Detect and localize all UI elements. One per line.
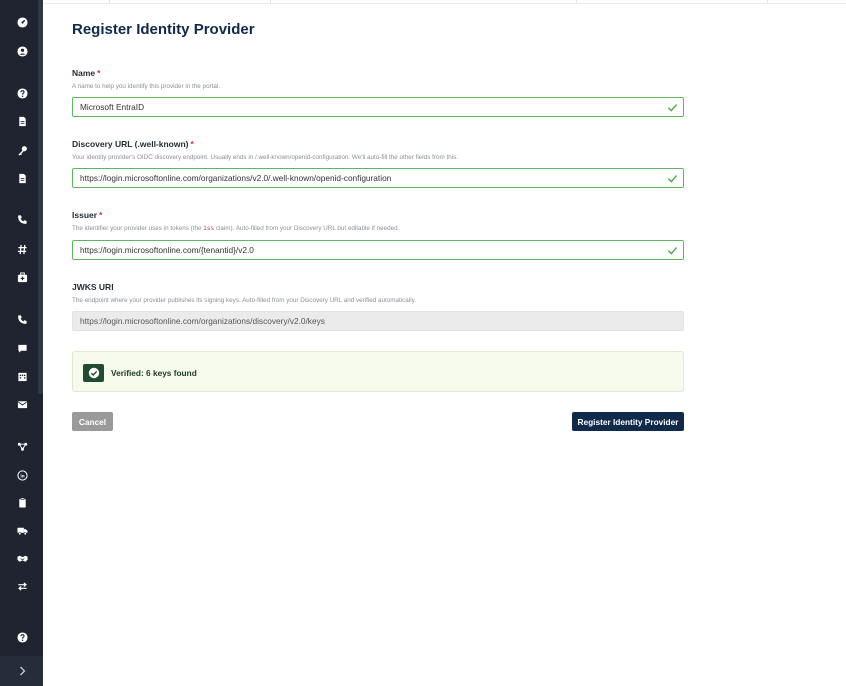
medical-box-icon[interactable] [15,270,29,284]
building-icon[interactable] [15,369,29,383]
issuer-help-before: The identifier your provider uses in tok… [72,225,204,232]
issuer-input[interactable] [80,241,660,259]
required-mark: * [97,68,101,78]
issuer-field [72,240,684,260]
name-help: A name to help you identify this provide… [72,83,221,90]
help-circle-icon[interactable] [15,86,29,100]
file-icon[interactable] [15,171,29,185]
sidebar-expand-button[interactable] [0,656,43,686]
issuer-label: Issuer * [72,210,102,220]
network-icon[interactable] [15,439,29,453]
required-mark: * [99,210,103,220]
register-identity-provider-button[interactable]: Register Identity Provider [572,412,684,431]
exchange-icon[interactable] [15,579,29,593]
svg-text:in: in [20,473,24,478]
phone-icon[interactable] [15,212,29,226]
check-icon [667,104,678,112]
chevron-right-icon [19,666,25,676]
page-title: Register Identity Provider [72,21,255,38]
clipboard-icon[interactable] [15,495,29,509]
sidebar-nav: in [0,0,43,686]
phone-call-icon[interactable] [15,312,29,326]
discovery-url-input[interactable] [80,169,660,187]
name-label-text: Name [72,68,96,78]
verification-status: Verified: 6 keys found [111,368,197,378]
issuer-help-code: iss [203,225,215,232]
issuer-label-text: Issuer [72,210,98,220]
user-icon[interactable] [15,44,29,58]
check-circle-icon [88,367,99,379]
jwks-uri-label: JWKS URI [72,282,114,292]
document-icon[interactable] [15,114,29,128]
chat-icon[interactable] [15,341,29,355]
name-input[interactable] [80,98,660,116]
required-mark: * [190,139,194,149]
key-icon[interactable] [15,143,29,157]
verification-banner: Verified: 6 keys found [72,351,684,392]
jwks-uri-field [72,311,684,331]
sidebar-scroll-track [38,0,43,394]
name-label: Name * [72,68,100,78]
dashboard-icon[interactable] [15,15,29,29]
mail-icon[interactable] [15,397,29,411]
top-divider [43,0,846,4]
jwks-uri-input [80,312,660,330]
hash-icon[interactable] [15,242,29,256]
discovery-url-label-text: Discovery URL (.well-known) [72,139,189,149]
name-field [72,97,684,117]
verified-badge [83,364,104,382]
check-icon [667,175,678,183]
cancel-button[interactable]: Cancel [72,412,113,431]
issuer-help: The identifier your provider uses in tok… [72,225,399,232]
handshake-icon[interactable] [15,551,29,565]
discovery-url-help: Your identity provider's OIDC discovery … [72,154,459,161]
check-icon [667,247,678,255]
discovery-url-field [72,168,684,188]
truck-icon[interactable] [15,523,29,537]
jwks-uri-help: The endpoint where your provider publish… [72,297,417,304]
question-icon[interactable] [15,630,29,644]
linkedin-icon[interactable]: in [15,468,29,482]
discovery-url-label: Discovery URL (.well-known) * [72,139,194,149]
issuer-help-after: claim). Auto-filled from your Discovery … [214,225,400,232]
